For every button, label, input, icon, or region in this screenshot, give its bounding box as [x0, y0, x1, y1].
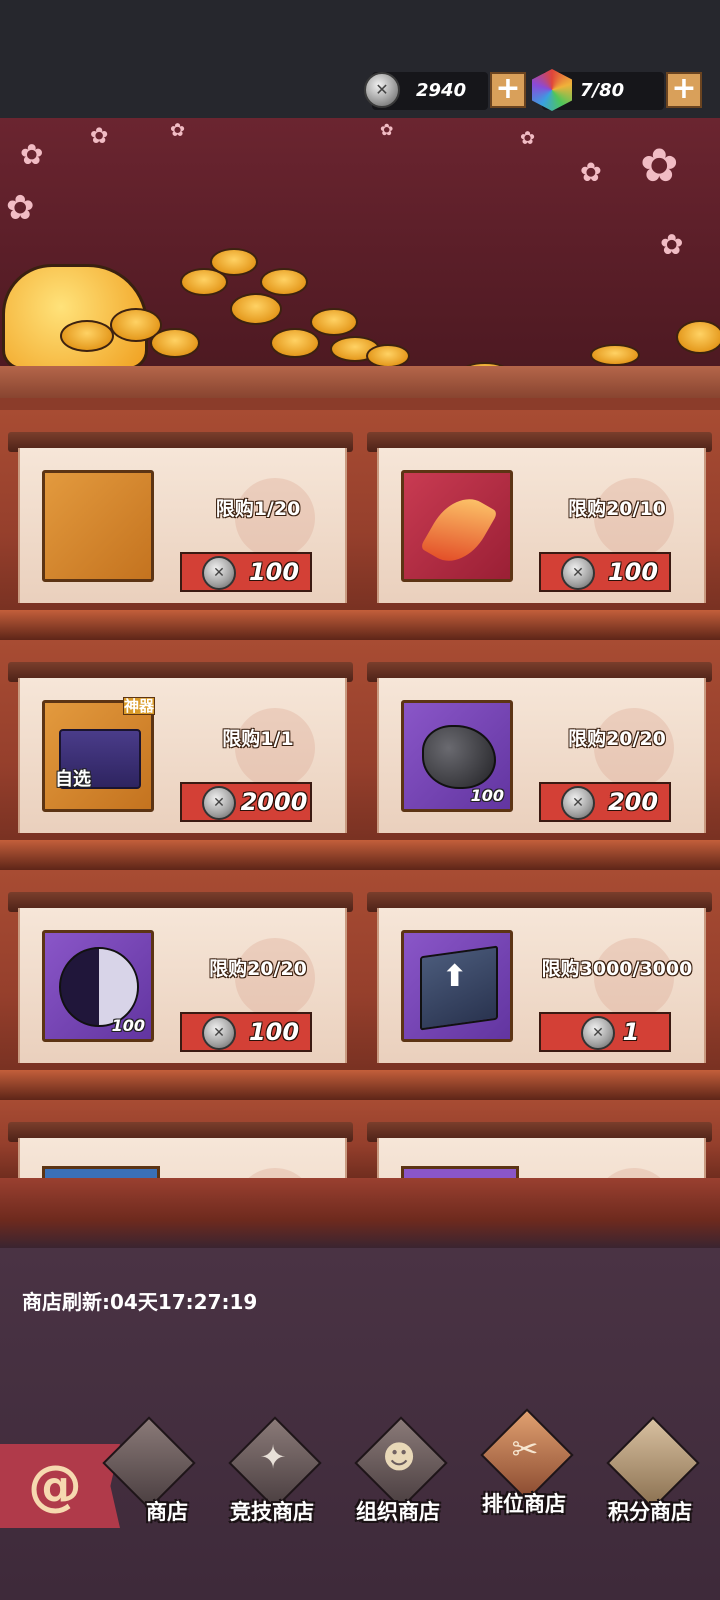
silver-coin-icon — [202, 556, 236, 590]
coin-pile — [230, 293, 282, 325]
scroll-icon[interactable] — [42, 470, 154, 582]
yin-yang-icon[interactable]: 100 — [42, 930, 154, 1042]
purchase-limit: 限购20/20 — [568, 728, 666, 750]
item-icon-partial — [401, 1166, 519, 1178]
price-value: 1 — [622, 1018, 640, 1046]
shuriken-glyph: ✦ — [259, 1438, 287, 1476]
tab-ranked-shop[interactable]: ✂ 排位商店 — [464, 1408, 584, 1530]
silver-coin-icon — [364, 72, 400, 108]
buy-price-button[interactable]: 100 — [539, 552, 671, 592]
coin-pile — [210, 248, 258, 276]
shop-item-card[interactable]: 限购20/10 100 — [367, 432, 712, 612]
blossom-icon: ✿ — [640, 138, 679, 192]
tab-label: 竞技商店 — [230, 1500, 314, 1524]
artifact-badge: 神器 — [123, 697, 155, 715]
tab-label: 组织商店 — [356, 1500, 440, 1524]
price-value: 200 — [607, 788, 659, 816]
tab-arena-shop[interactable]: ✦ 竞技商店 — [212, 1416, 332, 1538]
silver-coin-icon — [561, 786, 595, 820]
tab-points-shop[interactable]: 积分商店 — [590, 1416, 710, 1538]
blossom-icon: ✿ — [380, 120, 394, 139]
blossom-icon: ✿ — [170, 120, 186, 141]
item-quantity: 100 — [111, 1016, 145, 1035]
price-value: 100 — [248, 558, 300, 586]
blossom-icon: ✿ — [20, 138, 44, 171]
silver-coin-icon — [581, 1016, 615, 1050]
coin-pile — [676, 320, 720, 354]
item-icon-partial — [42, 1166, 160, 1178]
shop-item-card[interactable] — [367, 1122, 712, 1178]
arrow-up-icon: ⬆ — [442, 959, 468, 994]
purchase-limit: 限购3000/3000 — [541, 958, 693, 980]
book-icon[interactable]: ⬆ — [401, 930, 513, 1042]
chest-icon[interactable]: 神器 自选 — [42, 697, 155, 812]
coin-pile — [60, 320, 114, 352]
tab-label: 排位商店 — [482, 1492, 566, 1516]
ninja-face-glyph: ☻ — [382, 1438, 416, 1476]
energy-balance: 7/80 + — [532, 69, 702, 111]
purchase-limit: 限购20/10 — [568, 498, 666, 520]
tab-label: 商店 — [146, 1500, 188, 1524]
item-quantity: 100 — [470, 786, 504, 805]
feather-icon[interactable] — [401, 470, 513, 582]
kunai-glyph: ✂ — [511, 1430, 539, 1468]
shop-refresh-timer: 商店刷新:04天17:27:19 — [22, 1290, 258, 1314]
shop-item-card[interactable]: 神器 自选 限购1/1 2000 — [8, 662, 353, 842]
buy-price-button[interactable]: 2000 — [180, 782, 312, 822]
shelf-bottom-edge — [0, 1178, 720, 1248]
shop-banner: ✿ ✿ ✿ ✿ ✿ ✿ ✿ ✿ ✿ — [0, 118, 720, 398]
coin-pile — [590, 344, 640, 366]
coin-pile — [366, 344, 410, 368]
energy-balance-value: 7/80 — [580, 80, 625, 101]
purchase-limit: 限购1/20 — [215, 498, 301, 520]
shop-item-card[interactable] — [8, 1122, 353, 1178]
silver-coin-icon — [202, 786, 236, 820]
shop-item-card[interactable]: ⬆ 限购3000/3000 1 — [367, 892, 712, 1072]
coin-pile — [150, 328, 200, 358]
coin-pile — [270, 328, 320, 358]
tab-shop[interactable]: 商店 — [86, 1416, 206, 1538]
blossom-icon: ✿ — [580, 158, 602, 188]
purchase-limit: 限购1/1 — [222, 728, 294, 750]
shop-item-card[interactable]: 100 限购20/20 200 — [367, 662, 712, 842]
blossom-icon: ✿ — [90, 124, 109, 149]
blossom-icon: ✿ — [660, 228, 684, 261]
silver-coin-icon — [561, 556, 595, 590]
add-coins-button[interactable]: + — [490, 72, 526, 108]
add-energy-button[interactable]: + — [666, 72, 702, 108]
coin-balance: 2940 + — [364, 72, 526, 110]
price-value: 2000 — [240, 788, 308, 816]
coin-pile — [310, 308, 358, 336]
buy-price-button[interactable]: 200 — [539, 782, 671, 822]
shop-counter — [0, 366, 720, 398]
rainbow-gem-icon — [532, 69, 572, 111]
shop-item-card[interactable]: 100 限购20/20 100 — [8, 892, 353, 1072]
shop-item-card[interactable]: 限购1/20 100 — [8, 432, 353, 612]
purchase-limit: 限购20/20 — [209, 958, 307, 980]
ore-icon[interactable]: 100 — [401, 700, 513, 812]
ore-shape — [422, 725, 496, 789]
optional-tag: 自选 — [55, 769, 91, 790]
coin-balance-value: 2940 — [416, 80, 467, 101]
silver-coin-icon — [202, 1016, 236, 1050]
tab-label: 积分商店 — [608, 1500, 692, 1524]
feather-shape — [419, 487, 499, 573]
price-value: 100 — [248, 1018, 300, 1046]
buy-price-button[interactable]: 100 — [180, 1012, 312, 1052]
buy-price-button[interactable]: 1 — [539, 1012, 671, 1052]
blossom-icon: ✿ — [6, 188, 35, 228]
buy-price-button[interactable]: 100 — [180, 552, 312, 592]
yin-yang-shape — [59, 947, 139, 1027]
price-value: 100 — [607, 558, 659, 586]
tab-guild-shop[interactable]: ☻ 组织商店 — [338, 1416, 458, 1538]
top-bar: 2940 + 7/80 + — [0, 0, 720, 118]
coin-pile — [260, 268, 308, 296]
blossom-icon: ✿ — [520, 128, 536, 149]
